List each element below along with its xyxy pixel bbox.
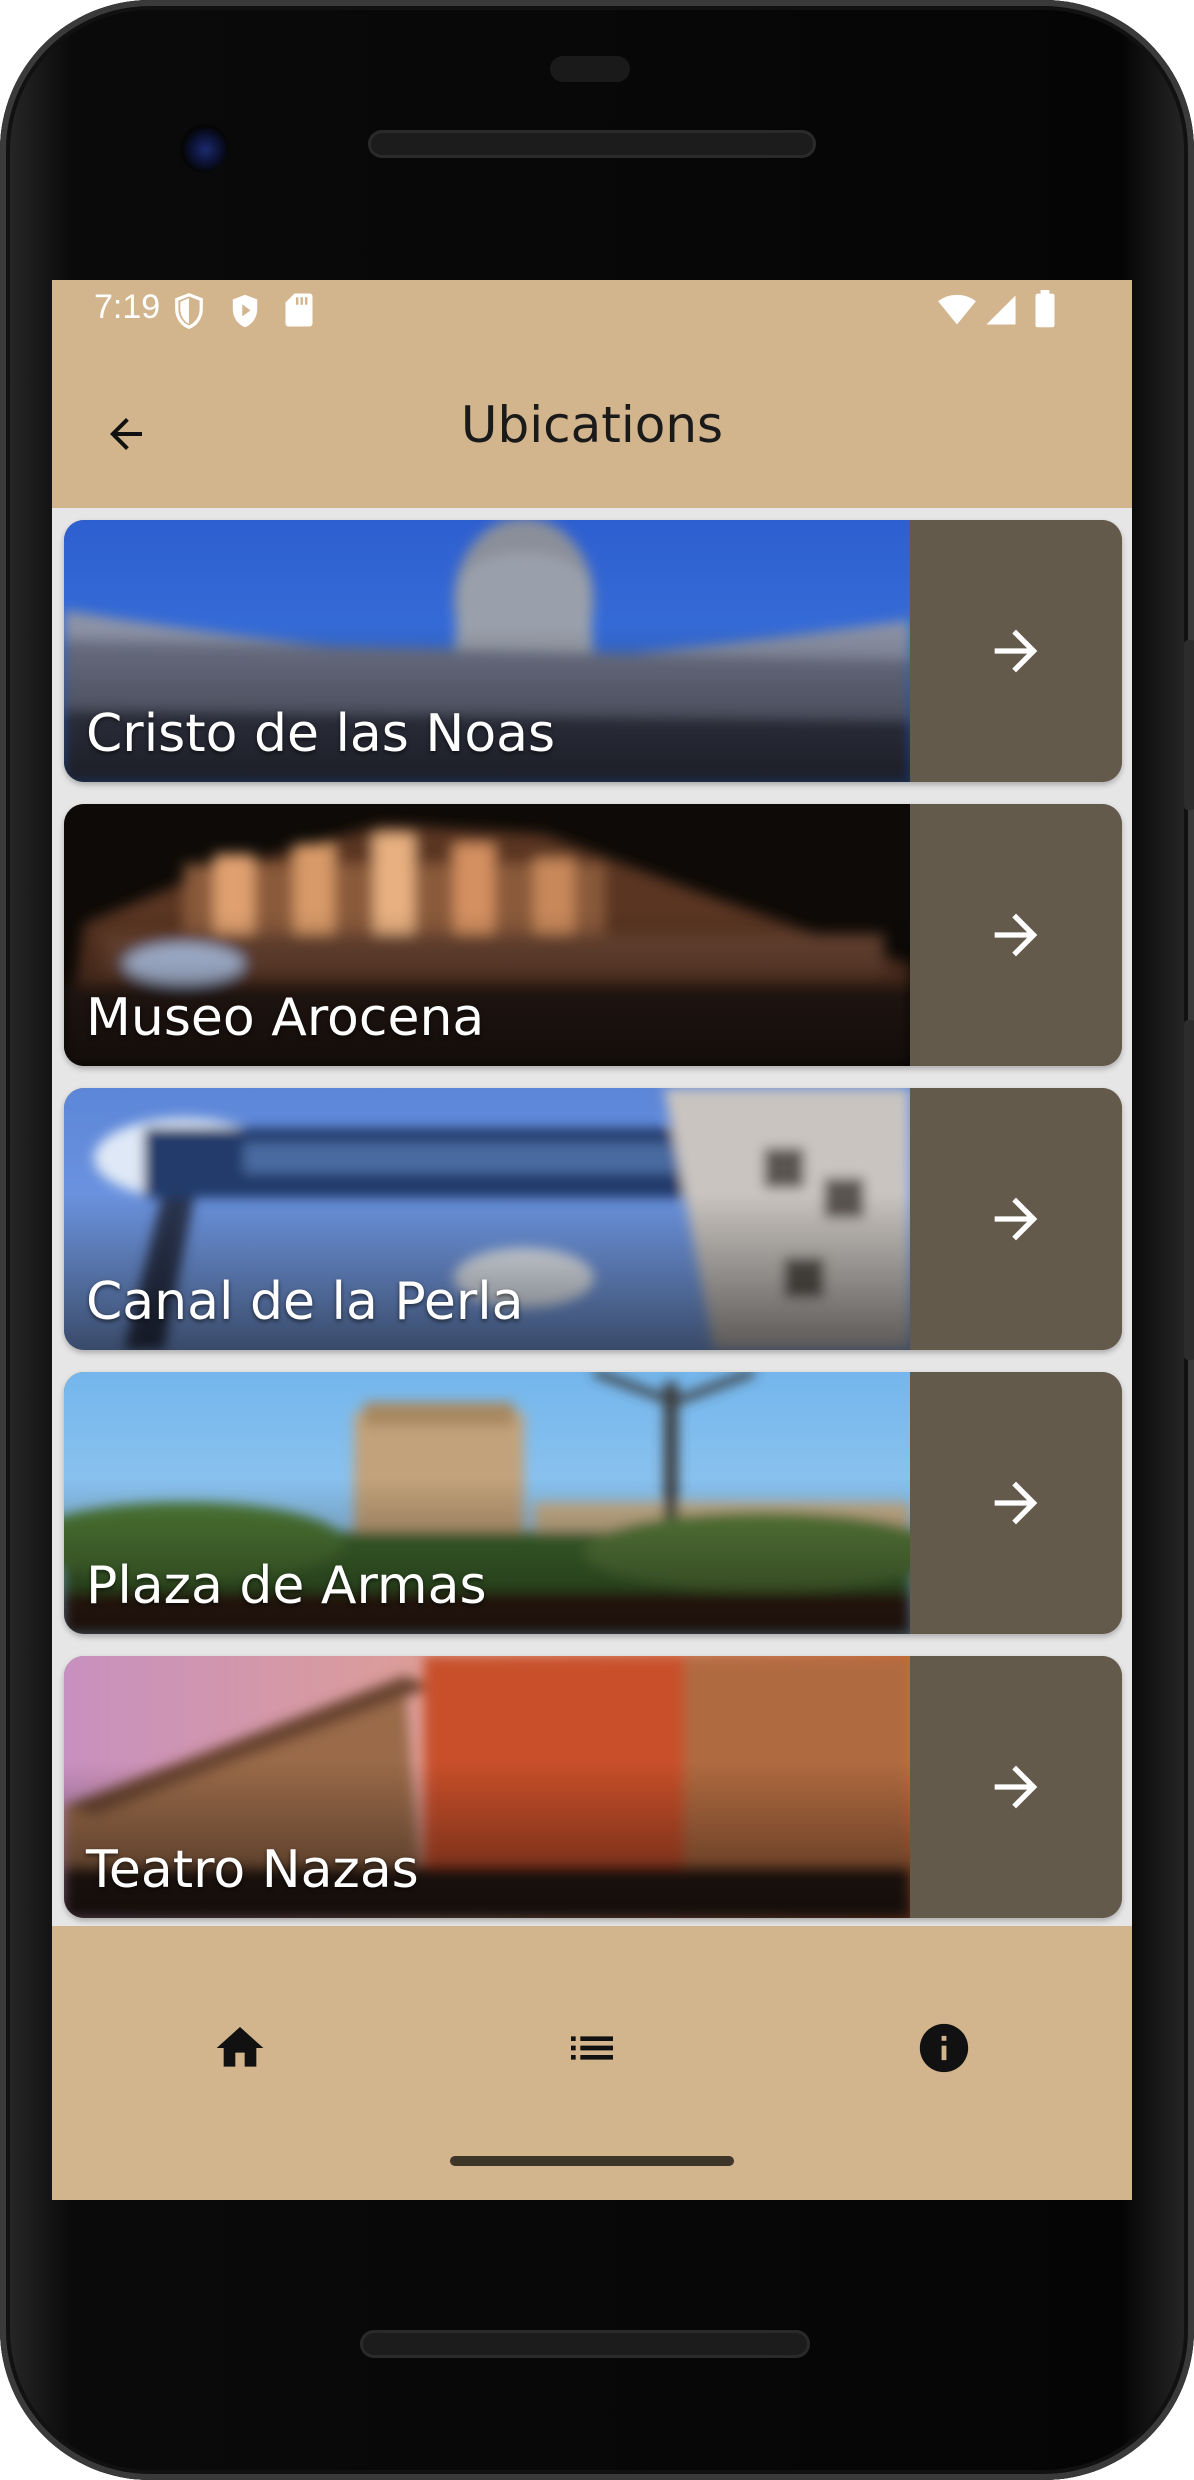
open-location-button[interactable] [910, 1088, 1122, 1350]
battery-icon [1034, 290, 1056, 332]
location-name: Museo Arocena [86, 988, 485, 1048]
gesture-home-indicator[interactable] [450, 2156, 734, 2166]
open-location-button[interactable] [910, 804, 1122, 1066]
sd-card-icon [284, 292, 314, 332]
status-time: 7:19 [94, 288, 161, 326]
list-icon [571, 2036, 613, 2060]
volume-button [1184, 1020, 1194, 1360]
home-icon [216, 2027, 264, 2067]
nav-info-button[interactable] [906, 2010, 982, 2086]
wifi-icon [936, 294, 978, 330]
power-button [1184, 640, 1194, 810]
arrow-forward-icon [994, 629, 1038, 673]
list-item[interactable]: Teatro Nazas [64, 1656, 1122, 1918]
arrow-forward-icon [994, 1765, 1038, 1809]
location-name: Teatro Nazas [86, 1840, 419, 1900]
location-name: Cristo de las Noas [86, 704, 556, 764]
front-camera [178, 122, 228, 172]
nav-list-button[interactable] [554, 2010, 630, 2086]
shield-outline-icon [172, 292, 206, 334]
bottom-navigation [52, 1926, 1132, 2200]
screen: 7:19 Ubications Cristo de las Noas Museo… [52, 280, 1132, 2200]
status-bar: 7:19 [52, 280, 1132, 342]
top-speaker [368, 130, 816, 158]
info-icon [919, 2023, 969, 2073]
list-item[interactable]: Plaza de Armas [64, 1372, 1122, 1634]
list-item[interactable]: Museo Arocena [64, 804, 1122, 1066]
location-name: Canal de la Perla [86, 1272, 524, 1332]
cellular-signal-icon [984, 294, 1018, 330]
location-list: Cristo de las Noas Museo Arocena Canal d… [52, 508, 1132, 1926]
page-title: Ubications [460, 396, 724, 454]
arrow-forward-icon [994, 1481, 1038, 1525]
location-name: Plaza de Armas [86, 1556, 487, 1616]
list-item[interactable]: Canal de la Perla [64, 1088, 1122, 1350]
arrow-forward-icon [994, 913, 1038, 957]
open-location-button[interactable] [910, 1656, 1122, 1918]
nav-home-button[interactable] [202, 2010, 278, 2086]
earpiece [550, 56, 630, 82]
bottom-speaker [360, 2330, 810, 2358]
back-button[interactable] [92, 400, 160, 468]
arrow-back-icon [110, 418, 142, 450]
app-bar: Ubications [52, 342, 1132, 508]
open-location-button[interactable] [910, 1372, 1122, 1634]
play-shield-icon [228, 292, 262, 334]
list-item[interactable]: Cristo de las Noas [64, 520, 1122, 782]
open-location-button[interactable] [910, 520, 1122, 782]
arrow-forward-icon [994, 1197, 1038, 1241]
